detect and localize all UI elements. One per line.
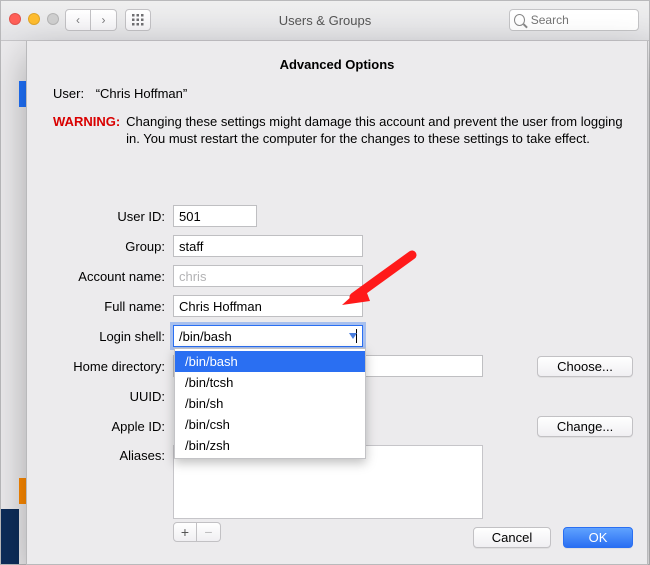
user-label: User: bbox=[53, 86, 84, 101]
advanced-options-sheet: Advanced Options User: “Chris Hoffman” W… bbox=[26, 41, 648, 565]
full-name-field[interactable] bbox=[173, 295, 363, 317]
shell-option-sh[interactable]: /bin/sh bbox=[175, 393, 365, 414]
add-alias-button[interactable]: + bbox=[173, 522, 197, 542]
remove-alias-button: − bbox=[197, 522, 221, 542]
choose-button[interactable]: Choose... bbox=[537, 356, 633, 377]
aliases-label: Aliases: bbox=[27, 445, 173, 463]
home-dir-label: Home directory: bbox=[27, 359, 173, 374]
change-button[interactable]: Change... bbox=[537, 416, 633, 437]
desktop-background-strip bbox=[1, 509, 19, 564]
sheet-footer: Cancel OK bbox=[473, 527, 633, 548]
login-shell-value: /bin/bash bbox=[179, 329, 355, 344]
full-name-label: Full name: bbox=[27, 299, 173, 314]
search-icon bbox=[514, 14, 525, 26]
minus-icon: − bbox=[204, 524, 212, 540]
account-name-label: Account name: bbox=[27, 269, 173, 284]
user-line: User: “Chris Hoffman” bbox=[27, 72, 647, 101]
cancel-button[interactable]: Cancel bbox=[473, 527, 551, 548]
form: User ID: Group: Account name: Full name:… bbox=[27, 201, 647, 542]
warning-block: WARNING: Changing these settings might d… bbox=[27, 101, 647, 147]
login-shell-combobox[interactable]: /bin/bash /bin/bash /bin/tcsh /bin/sh /b… bbox=[173, 325, 363, 347]
uuid-label: UUID: bbox=[27, 389, 173, 404]
shell-option-bash[interactable]: /bin/bash bbox=[175, 351, 365, 372]
shell-option-tcsh[interactable]: /bin/tcsh bbox=[175, 372, 365, 393]
user-name: “Chris Hoffman” bbox=[96, 86, 188, 101]
plus-icon: + bbox=[181, 524, 189, 540]
search-field[interactable] bbox=[509, 9, 639, 31]
shell-option-zsh[interactable]: /bin/zsh bbox=[175, 435, 365, 456]
group-label: Group: bbox=[27, 239, 173, 254]
apple-id-label: Apple ID: bbox=[27, 419, 173, 434]
sheet-title: Advanced Options bbox=[27, 41, 647, 72]
account-name-field bbox=[173, 265, 363, 287]
warning-label: WARNING: bbox=[53, 113, 120, 147]
shell-option-csh[interactable]: /bin/csh bbox=[175, 414, 365, 435]
aliases-add-remove: + − bbox=[173, 522, 483, 542]
ok-button[interactable]: OK bbox=[563, 527, 633, 548]
group-field[interactable] bbox=[173, 235, 363, 257]
warning-text: Changing these settings might damage thi… bbox=[126, 113, 625, 147]
titlebar: ‹ › Users & Groups bbox=[1, 1, 649, 41]
chevron-down-icon[interactable] bbox=[349, 333, 357, 339]
user-id-field[interactable] bbox=[173, 205, 257, 227]
login-shell-dropdown[interactable]: /bin/bash /bin/tcsh /bin/sh /bin/csh /bi… bbox=[174, 348, 366, 459]
search-input[interactable] bbox=[529, 12, 634, 28]
user-id-label: User ID: bbox=[27, 209, 173, 224]
login-shell-label: Login shell: bbox=[27, 329, 173, 344]
